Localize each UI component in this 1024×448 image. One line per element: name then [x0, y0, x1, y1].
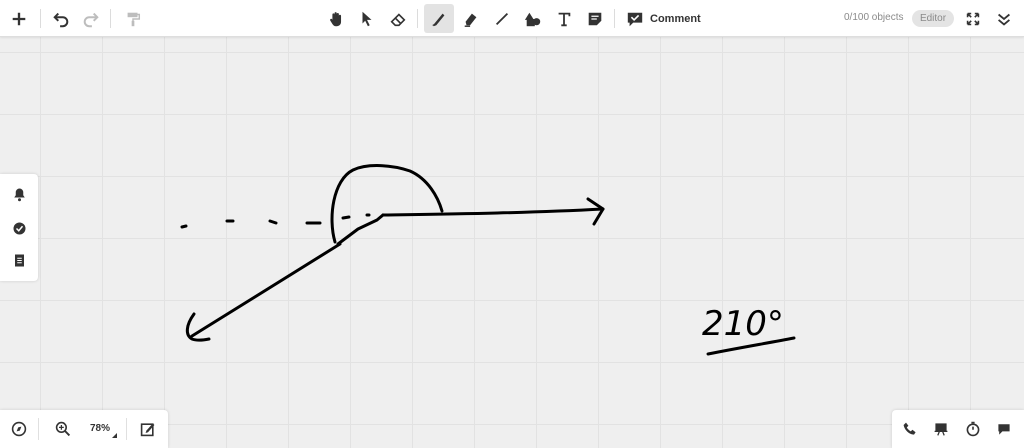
ray-right [381, 207, 605, 217]
drawing-canvas[interactable]: 210° [0, 0, 1024, 448]
dash-stroke [180, 224, 188, 229]
ray-lower-left [190, 242, 342, 338]
present-icon[interactable] [930, 418, 952, 440]
arrowhead-right [586, 197, 605, 226]
chat-icon[interactable] [993, 418, 1015, 440]
comment-button[interactable]: Comment [622, 4, 702, 33]
compass-icon[interactable] [8, 418, 30, 440]
angle-arc [330, 164, 444, 244]
toolbar-divider [40, 9, 41, 28]
bell-icon[interactable] [8, 183, 30, 205]
format-painter-icon[interactable] [118, 4, 148, 33]
shapes-icon[interactable] [518, 4, 548, 33]
zoom-level[interactable]: 78% [90, 423, 110, 434]
arrowhead-lower-left [185, 312, 211, 342]
sticky-note-icon[interactable] [580, 4, 610, 33]
editor-badge[interactable]: Editor [912, 10, 954, 27]
collapse-icon[interactable] [989, 4, 1019, 33]
hand-icon[interactable] [321, 4, 351, 33]
panel-divider [38, 418, 39, 440]
side-panel [0, 174, 38, 281]
list-icon[interactable] [8, 249, 30, 271]
angle-annotation: 210° [702, 304, 784, 344]
vertex-stroke [336, 213, 385, 246]
comment-icon [627, 12, 643, 26]
highlighter-icon[interactable] [456, 4, 486, 33]
phone-icon[interactable] [899, 418, 921, 440]
pointer-icon[interactable] [352, 4, 382, 33]
add-icon[interactable] [4, 4, 34, 33]
object-count: 0/100 objects [844, 12, 904, 23]
dash-stroke [268, 219, 278, 225]
toolbar-divider [110, 9, 111, 28]
text-icon[interactable] [549, 4, 579, 33]
top-toolbar: Comment 0/100 objects Editor [0, 0, 1024, 37]
comment-label: Comment [650, 12, 701, 25]
zoom-icon[interactable] [52, 418, 74, 440]
dash-stroke [341, 215, 351, 220]
eraser-icon[interactable] [383, 4, 413, 33]
check-circle-icon[interactable] [8, 217, 30, 239]
edit-icon[interactable] [137, 418, 159, 440]
redo-icon[interactable] [76, 4, 106, 33]
annotation-underline [706, 336, 796, 356]
undo-icon[interactable] [46, 4, 76, 33]
toolbar-divider [417, 9, 418, 28]
bottom-left-panel: 78% [0, 410, 168, 448]
fullscreen-icon[interactable] [958, 4, 988, 33]
panel-divider [126, 418, 127, 440]
timer-icon[interactable] [962, 418, 984, 440]
toolbar-divider [614, 9, 615, 28]
zoom-dropdown-icon[interactable] [112, 433, 117, 438]
ink-strokes [180, 164, 796, 356]
line-icon[interactable] [487, 4, 517, 33]
pen-icon[interactable] [424, 4, 454, 33]
bottom-right-panel [892, 410, 1024, 448]
